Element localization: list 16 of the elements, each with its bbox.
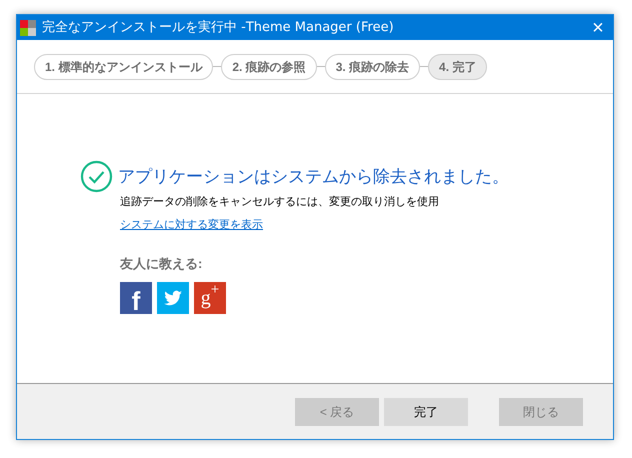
- step-tab[interactable]: 2. 痕跡の参照: [221, 54, 317, 80]
- step-tab[interactable]: 4. 完了: [428, 54, 488, 80]
- info-text: 追跡データの削除をキャンセルするには、変更の取り消しを使用: [120, 194, 440, 210]
- success-heading: アプリケーションはシステムから除去されました。: [118, 166, 509, 188]
- share-label: 友人に教える:: [120, 255, 204, 273]
- window-title: 完全なアンインストールを実行中 -Theme Manager (Free): [42, 18, 394, 37]
- twitter-icon[interactable]: [157, 282, 189, 314]
- dialog-button[interactable]: 完了: [384, 398, 468, 426]
- step-tab[interactable]: 3. 痕跡の除去: [324, 54, 420, 80]
- facebook-icon[interactable]: f: [120, 282, 152, 314]
- step-tab[interactable]: 1. 標準的なアンインストール: [34, 54, 214, 80]
- changes-link[interactable]: システムに対する変更を表示: [120, 216, 263, 233]
- app-icon: [20, 20, 36, 36]
- close-button[interactable]: ×: [583, 15, 613, 40]
- google-plus-icon[interactable]: g$^{+}$: [194, 282, 226, 314]
- check-circle-icon: [80, 160, 113, 193]
